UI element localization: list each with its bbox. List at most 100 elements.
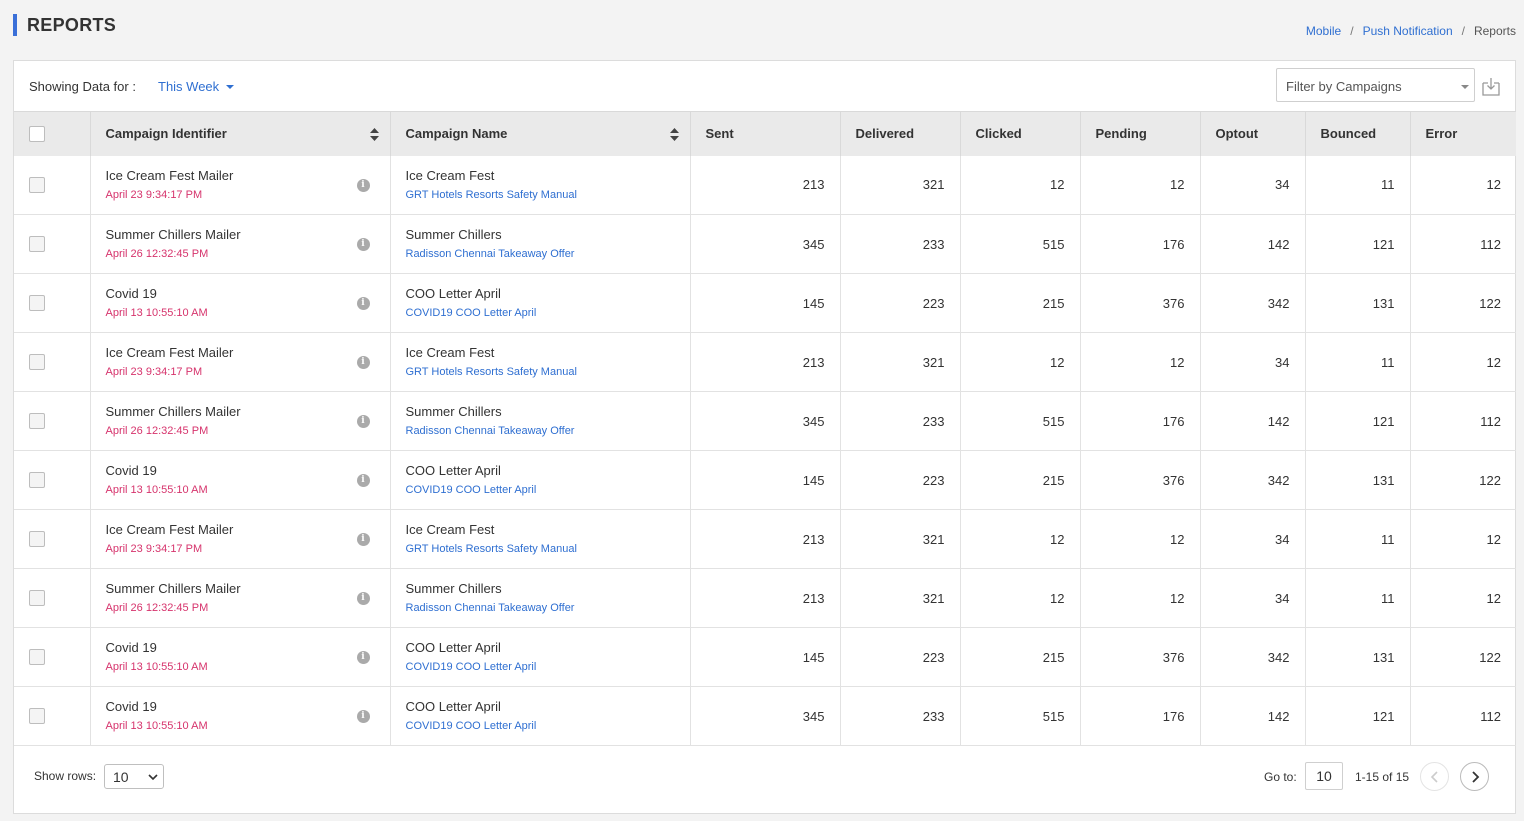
row-checkbox[interactable] — [29, 236, 45, 253]
campaign-name-cell: COO Letter April COVID19 COO Letter April — [390, 627, 691, 687]
info-icon[interactable]: i — [356, 178, 370, 192]
error-cell: 112 — [1410, 391, 1516, 451]
campaign-subtitle-link[interactable]: GRT Hotels Resorts Safety Manual — [406, 365, 675, 379]
bounced-cell: 121 — [1305, 214, 1411, 274]
row-checkbox[interactable] — [29, 649, 45, 666]
period-dropdown[interactable]: This Week — [158, 79, 235, 94]
error-cell: 122 — [1410, 273, 1516, 333]
campaign-date: April 26 12:32:45 PM — [105, 425, 209, 437]
error-cell: 12 — [1410, 155, 1516, 215]
error-cell: 112 — [1410, 686, 1516, 746]
table-row: Summer Chillers Mailer April 26 12:32:45 … — [14, 391, 1516, 451]
delivered-cell: 223 — [840, 627, 961, 687]
download-icon — [1482, 78, 1500, 96]
info-icon[interactable]: i — [356, 356, 370, 369]
campaign-date: April 23 9:34:17 PM — [105, 366, 203, 378]
info-icon[interactable]: i — [356, 710, 370, 723]
campaign-subtitle-link[interactable]: GRT Hotels Resorts Safety Manual — [406, 188, 675, 202]
info-icon[interactable]: i — [356, 592, 370, 605]
goto-label: Go to: — [1264, 770, 1297, 784]
campaign-subtitle-link[interactable]: COVID19 COO Letter April — [406, 483, 675, 497]
info-icon[interactable]: i — [356, 238, 370, 251]
row-select-cell — [14, 568, 91, 628]
campaign-date: April 13 10:55:10 AM — [105, 661, 208, 673]
pending-cell: 12 — [1080, 332, 1201, 392]
next-page-button[interactable] — [1460, 762, 1489, 791]
campaign-date: April 13 10:55:10 AM — [105, 720, 208, 732]
campaign-subtitle-link[interactable]: COVID19 COO Letter April — [406, 660, 675, 674]
campaign-identifier-cell: Ice Cream Fest Mailer April 23 9:34:17 PM… — [90, 332, 391, 392]
campaign-subtitle-link[interactable]: GRT Hotels Resorts Safety Manual — [406, 542, 675, 556]
campaign-identifier-cell: Covid 19 April 13 10:55:10 AM i — [90, 450, 391, 510]
header-pending: Pending — [1080, 111, 1201, 156]
page-header: REPORTS Mobile / Push Notification / Reports — [13, 14, 1516, 38]
pending-cell: 12 — [1080, 509, 1201, 569]
download-button[interactable] — [1482, 76, 1502, 96]
row-checkbox[interactable] — [29, 354, 45, 371]
campaign-subtitle-link[interactable]: Radisson Chennai Takeaway Offer — [406, 601, 675, 615]
campaign-identifier-cell: Summer Chillers Mailer April 26 12:32:45 … — [90, 214, 391, 274]
breadcrumb-current: Reports — [1473, 24, 1516, 38]
header-optout: Optout — [1200, 111, 1306, 156]
header-campaign-name[interactable]: Campaign Name — [390, 111, 691, 156]
breadcrumb-push-notification[interactable]: Push Notification — [1363, 24, 1453, 38]
table-row: Ice Cream Fest Mailer April 23 9:34:17 PM… — [14, 332, 1516, 392]
breadcrumb-mobile[interactable]: Mobile — [1306, 24, 1341, 38]
row-checkbox[interactable] — [29, 472, 45, 489]
previous-page-button[interactable] — [1420, 762, 1449, 791]
clicked-cell: 215 — [960, 627, 1081, 687]
campaign-subtitle-link[interactable]: Radisson Chennai Takeaway Offer — [406, 424, 675, 438]
sent-cell: 145 — [690, 273, 841, 333]
campaign-identifier: Covid 19 — [105, 640, 157, 655]
row-select-cell — [14, 214, 91, 274]
row-select-cell — [14, 332, 91, 392]
header-sent: Sent — [690, 111, 841, 156]
campaign-identifier: Covid 19 — [105, 286, 157, 301]
table-row: Ice Cream Fest Mailer April 23 9:34:17 PM… — [14, 155, 1516, 215]
reports-table: Campaign Identifier Campaign Name Sent D… — [14, 111, 1516, 746]
select-all-checkbox[interactable] — [29, 126, 45, 143]
row-checkbox[interactable] — [29, 531, 45, 548]
header-campaign-identifier[interactable]: Campaign Identifier — [90, 111, 391, 156]
campaign-identifier: Ice Cream Fest Mailer — [105, 167, 234, 183]
campaign-identifier-cell: Summer Chillers Mailer April 26 12:32:45 … — [90, 568, 391, 628]
filter-campaigns-select[interactable]: Filter by Campaigns — [1276, 68, 1475, 102]
row-select-cell — [14, 509, 91, 569]
sort-icon[interactable] — [369, 128, 379, 141]
campaign-date: April 26 12:32:45 PM — [105, 602, 209, 614]
row-select-cell — [14, 155, 91, 215]
breadcrumb-separator: / — [1350, 24, 1354, 38]
sort-icon[interactable] — [669, 128, 679, 141]
pending-cell: 376 — [1080, 273, 1201, 333]
campaign-subtitle-link[interactable]: COVID19 COO Letter April — [406, 306, 675, 320]
campaign-subtitle-link[interactable]: COVID19 COO Letter April — [406, 719, 675, 733]
row-checkbox[interactable] — [29, 413, 45, 430]
bounced-cell: 131 — [1305, 450, 1411, 510]
pending-cell: 176 — [1080, 391, 1201, 451]
clicked-cell: 515 — [960, 214, 1081, 274]
campaign-subtitle-link[interactable]: Radisson Chennai Takeaway Offer — [406, 247, 675, 261]
row-checkbox[interactable] — [29, 295, 45, 312]
campaign-name: Ice Cream Fest — [405, 167, 495, 183]
campaign-name-cell: COO Letter April COVID19 COO Letter April — [390, 686, 691, 746]
row-checkbox[interactable] — [29, 708, 45, 725]
row-checkbox[interactable] — [29, 177, 45, 194]
delivered-cell: 223 — [840, 450, 961, 510]
info-icon[interactable]: i — [356, 651, 370, 664]
info-icon[interactable]: i — [356, 297, 370, 310]
clicked-cell: 215 — [960, 450, 1081, 510]
clicked-cell: 12 — [960, 332, 1081, 392]
caret-down-icon — [226, 85, 235, 89]
campaign-name: Summer Chillers — [405, 581, 502, 596]
delivered-cell: 233 — [840, 391, 961, 451]
info-icon[interactable]: i — [356, 474, 370, 487]
goto-page-input[interactable] — [1305, 762, 1343, 790]
info-icon[interactable]: i — [356, 533, 370, 546]
rows-per-page-select[interactable]: 10 — [104, 764, 164, 789]
campaign-date: April 26 12:32:45 PM — [105, 248, 209, 260]
info-icon[interactable]: i — [356, 415, 370, 428]
row-checkbox[interactable] — [29, 590, 45, 607]
table-row: Summer Chillers Mailer April 26 12:32:45 … — [14, 568, 1516, 628]
table-header-row: Campaign Identifier Campaign Name Sent D… — [14, 111, 1516, 156]
campaign-identifier: Summer Chillers Mailer — [105, 404, 241, 419]
